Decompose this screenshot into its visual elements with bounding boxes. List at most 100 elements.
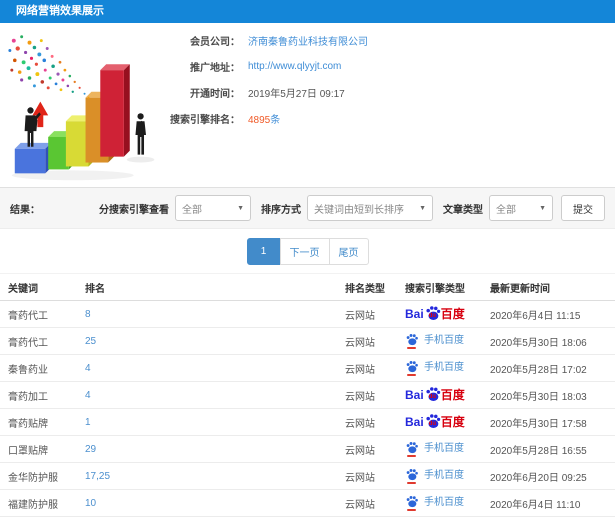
baidu-du-text: du: [428, 313, 437, 319]
keyword-cell: 膏药代工: [8, 310, 48, 322]
baidu-mobile-text: 手机百度: [424, 362, 464, 373]
pagination: 1 下一页 尾页: [0, 229, 615, 273]
rank-link[interactable]: 4: [85, 363, 91, 374]
last-page-button[interactable]: 尾页: [328, 237, 369, 265]
article-type-label: 文章类型: [443, 204, 483, 216]
table-row: 膏药加工 4 云网站 Bai du 百度 2020年5月30日 18:03: [0, 382, 615, 409]
update-time-cell: 2020年6月20日 09:25: [490, 472, 587, 484]
update-time-cell: 2020年6月4日 11:10: [490, 499, 581, 511]
keyword-cell: 秦鲁药业: [8, 364, 48, 376]
baidu-mobile-logo: 手机百度: [405, 495, 464, 511]
col-updated: 最新更新时间: [490, 283, 550, 295]
baidu-mobile-underline: [407, 455, 416, 457]
table-row: 膏药代工 8 云网站 Bai du 百度 2020年6月4日 11:15: [0, 301, 615, 328]
keyword-cell: 金华防护服: [8, 472, 58, 484]
marketing-report-page: 网络营销效果展示 会员公司： 济南秦鲁药业科技有限公司 推广地址： http:/…: [0, 0, 615, 520]
baidu-cn-text: 百度: [440, 388, 465, 402]
col-rank-type: 排名类型: [345, 283, 385, 295]
baidu-mobile-text: 手机百度: [424, 470, 464, 481]
baidu-mobile-underline: [407, 482, 416, 484]
table-row: 秦鲁药业 4 云网站 Bai du 百度: [0, 355, 615, 382]
baidu-cn-text: 百度: [440, 307, 465, 321]
keyword-cell: 膏药代工: [8, 337, 48, 349]
baidu-mobile-underline: [407, 509, 416, 511]
promo-url-row: 推广地址： http://www.qlyyjt.com: [158, 53, 598, 79]
rank-type-cell: 云网站: [345, 337, 375, 349]
engine-rank-row: 搜索引擎排名： 4895条: [158, 105, 598, 131]
rank-type-cell: 云网站: [345, 472, 375, 484]
update-time-cell: 2020年5月30日 17:58: [490, 418, 587, 430]
promo-url-link[interactable]: http://www.qlyyjt.com: [248, 61, 341, 72]
baidu-mobile-paw-icon: [405, 441, 419, 457]
baidu-bai-text: Bai: [405, 307, 424, 321]
chevron-down-icon: ▼: [419, 204, 426, 212]
keyword-cell: 口罩贴牌: [8, 445, 48, 457]
table-row: 福建防护服 10 云网站 Bai du 百度: [0, 490, 615, 517]
rank-type-cell: 云网站: [345, 364, 375, 376]
baidu-mobile-paw-icon: [405, 468, 419, 484]
member-info-section: 会员公司： 济南秦鲁药业科技有限公司 推广地址： http://www.qlyy…: [0, 23, 615, 187]
engine-rank-unit: 条: [270, 114, 281, 126]
rank-link[interactable]: 25: [85, 336, 96, 347]
page-1-button[interactable]: 1: [246, 237, 281, 265]
result-label: 结果：: [10, 204, 40, 216]
rank-type-cell: 云网站: [345, 310, 375, 322]
baidu-mobile-logo: 手机百度: [405, 360, 464, 376]
sort-mode-label: 排序方式: [261, 204, 301, 216]
article-type-select[interactable]: 全部 ▼: [489, 195, 553, 221]
member-company-label: 会员公司：: [190, 36, 240, 48]
baidu-mobile-text: 手机百度: [424, 335, 464, 346]
keyword-cell: 福建防护服: [8, 499, 58, 511]
rank-link[interactable]: 4: [85, 390, 91, 401]
table-row: 口罩贴牌 29 云网站 Bai du 百度: [0, 436, 615, 463]
baidu-bai-text: Bai: [405, 388, 424, 402]
keyword-cell: 膏药加工: [8, 391, 48, 403]
rank-type-cell: 云网站: [345, 445, 375, 457]
baidu-mobile-text: 手机百度: [424, 497, 464, 508]
table-body: 膏药代工 8 云网站 Bai du 百度 2020年6月4日 11:15 膏药代…: [0, 301, 615, 520]
baidu-mobile-logo: 手机百度: [405, 333, 464, 349]
open-time-value: 2019年5月27日 09:17: [248, 88, 345, 100]
col-rank: 排名: [85, 283, 105, 295]
baidu-pc-logo: Bai du 百度: [405, 413, 465, 431]
baidu-paw-icon: du: [425, 305, 441, 321]
sort-mode-select[interactable]: 关键词由短到长排序 ▼: [307, 195, 433, 221]
open-time-label: 开通时间：: [190, 88, 240, 100]
keyword-cell: 膏药贴牌: [8, 418, 48, 430]
baidu-cn-text: 百度: [440, 415, 465, 429]
sort-mode-selected: 关键词由短到长排序: [314, 204, 404, 216]
member-company-row: 会员公司： 济南秦鲁药业科技有限公司: [158, 27, 598, 53]
table-header: 关键词 排名 排名类型 搜索引擎类型 最新更新时间: [0, 273, 615, 301]
engine-rank-count: 4895: [248, 114, 271, 126]
member-company-link[interactable]: 济南秦鲁药业科技有限公司: [248, 33, 368, 48]
baidu-du-text: du: [428, 394, 437, 400]
engine-view-label: 分搜索引擎查看: [99, 204, 169, 216]
update-time-cell: 2020年6月4日 11:15: [490, 310, 581, 322]
promo-url-label: 推广地址：: [190, 62, 240, 74]
baidu-pc-logo: Bai du 百度: [405, 305, 465, 323]
baidu-pc-logo: Bai du 百度: [405, 386, 465, 404]
submit-button[interactable]: 提交: [561, 195, 605, 221]
next-page-button[interactable]: 下一页: [279, 237, 330, 265]
filter-controls: 分搜索引擎查看 全部 ▼ 排序方式 关键词由短到长排序 ▼ 文章类型 全部 ▼ …: [89, 195, 605, 221]
rank-link[interactable]: 8: [85, 309, 91, 320]
baidu-paw-icon: du: [425, 386, 441, 402]
rank-link[interactable]: 10: [85, 498, 96, 509]
rank-link[interactable]: 17,25: [85, 471, 110, 482]
update-time-cell: 2020年5月30日 18:06: [490, 337, 587, 349]
growth-bar-chart-illustration: [8, 35, 155, 181]
article-type-selected: 全部: [496, 204, 516, 216]
engine-rank-label: 搜索引擎排名：: [170, 114, 240, 126]
update-time-cell: 2020年5月28日 17:02: [490, 364, 587, 376]
ranking-table: 关键词 排名 排名类型 搜索引擎类型 最新更新时间 膏药代工 8 云网站 Bai…: [0, 273, 615, 520]
baidu-mobile-text: 手机百度: [424, 443, 464, 454]
baidu-bai-text: Bai: [405, 415, 424, 429]
rank-link[interactable]: 29: [85, 444, 96, 455]
table-row: 膏药贴牌 1 云网站 Bai du 百度 2020年5月30日 17:58: [0, 409, 615, 436]
chevron-down-icon: ▼: [237, 204, 244, 212]
baidu-mobile-paw-icon: [405, 360, 419, 376]
rank-type-cell: 云网站: [345, 499, 375, 511]
update-time-cell: 2020年5月30日 18:03: [490, 391, 587, 403]
rank-link[interactable]: 1: [85, 417, 91, 428]
engine-view-select[interactable]: 全部 ▼: [175, 195, 251, 221]
